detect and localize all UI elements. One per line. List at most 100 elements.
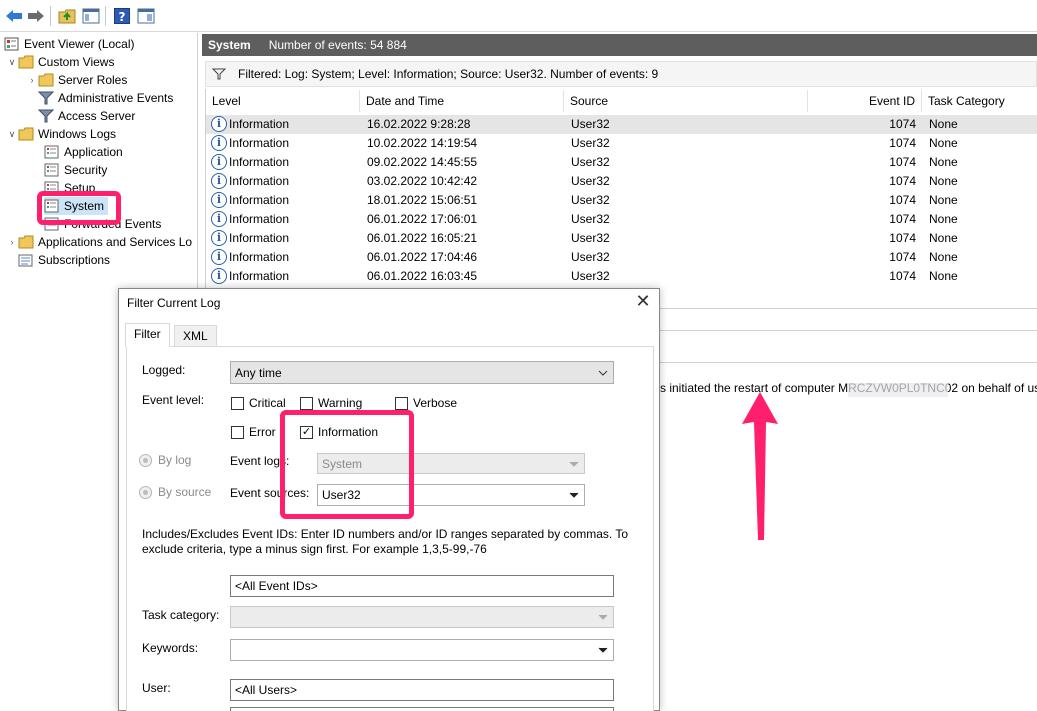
column-header-task-category[interactable]: Task Category xyxy=(922,90,1037,112)
tree-item-access-server[interactable]: Access Server xyxy=(37,107,135,125)
date-cell: 06.01.2022 17:06:01 xyxy=(367,212,478,226)
date-cell: 06.01.2022 17:04:46 xyxy=(367,250,478,264)
source-cell: User32 xyxy=(571,250,610,264)
date-cell: 18.01.2022 15:06:51 xyxy=(367,193,478,207)
date-cell: 06.01.2022 16:03:45 xyxy=(367,269,478,283)
tree-item-administrative-events[interactable]: Administrative Events xyxy=(37,89,173,107)
table-row[interactable]: i Information 06.01.2022 17:06:01 User32 107… xyxy=(206,210,1037,229)
task-category-cell: None xyxy=(929,231,958,245)
show-hide-console-tree-icon[interactable] xyxy=(81,6,101,26)
folder-icon xyxy=(18,55,34,69)
by-log-label: By log xyxy=(158,453,192,467)
tree-label: Event Viewer (Local) xyxy=(24,37,135,51)
verbose-label: Verbose xyxy=(413,396,458,410)
column-header-level[interactable]: Level xyxy=(206,90,360,112)
keywords-dropdown[interactable] xyxy=(230,639,614,661)
close-icon[interactable]: ✕ xyxy=(635,292,651,310)
task-category-label: Task category: xyxy=(142,608,220,622)
folder-icon xyxy=(38,73,54,87)
event-id-cell: 1074 xyxy=(889,250,916,264)
tree-item-application[interactable]: Application xyxy=(44,143,123,161)
information-icon: i xyxy=(211,211,227,227)
source-cell: User32 xyxy=(571,136,610,150)
event-viewer-icon xyxy=(4,37,20,51)
event-level-label: Event level: xyxy=(142,393,205,407)
table-row[interactable]: i Information 18.01.2022 15:06:51 User32 107… xyxy=(206,191,1037,210)
expand-chevron-icon[interactable]: › xyxy=(26,75,38,85)
tree-label: Application xyxy=(64,145,123,159)
task-category-cell: None xyxy=(929,269,958,283)
table-row[interactable]: i Information 03.02.2022 10:42:42 User32 107… xyxy=(206,172,1037,191)
tree-item-apps-services[interactable]: › Applications and Services Lo xyxy=(6,233,193,251)
table-row[interactable]: i Information 10.02.2022 14:19:54 User32 107… xyxy=(206,134,1037,153)
user-label: User: xyxy=(142,681,171,695)
table-row[interactable]: i Information 16.02.2022 9:28:28 User32 1074… xyxy=(206,115,1037,134)
tree-label: Subscriptions xyxy=(38,253,111,267)
table-row[interactable]: i Information 06.01.2022 16:05:21 User32 107… xyxy=(206,229,1037,248)
highlight-box-information-source xyxy=(280,410,414,519)
table-row[interactable]: i Information 06.01.2022 16:03:45 User32 107… xyxy=(206,267,1037,286)
critical-checkbox[interactable] xyxy=(231,397,244,410)
action-pane-icon[interactable] xyxy=(136,6,156,26)
column-header-source[interactable]: Source xyxy=(564,90,808,112)
error-label: Error xyxy=(249,425,276,439)
column-header-event-id[interactable]: Event ID xyxy=(808,90,922,112)
task-category-cell: None xyxy=(929,117,958,131)
tree-label: Server Roles xyxy=(58,73,128,87)
task-category-cell: None xyxy=(929,212,958,226)
tree-label: Applications and Services Lo xyxy=(38,235,193,249)
event-id-cell: 1074 xyxy=(889,231,916,245)
filter-description: Filtered: Log: System; Level: Informatio… xyxy=(238,67,659,81)
information-icon: i xyxy=(211,230,227,246)
computer-input[interactable] xyxy=(230,707,614,711)
task-category-cell: None xyxy=(929,136,958,150)
task-category-cell: None xyxy=(929,155,958,169)
filter-icon xyxy=(37,91,55,105)
source-cell: User32 xyxy=(571,231,610,245)
chevron-down-icon xyxy=(594,642,611,658)
date-cell: 16.02.2022 9:28:28 xyxy=(367,117,471,131)
level-cell: Information xyxy=(229,155,290,169)
by-source-radio[interactable] xyxy=(139,486,152,499)
warning-checkbox[interactable] xyxy=(300,397,313,410)
subscriptions-icon xyxy=(18,253,34,267)
divider xyxy=(659,362,1037,363)
column-header-date[interactable]: Date and Time xyxy=(360,90,564,112)
error-checkbox[interactable] xyxy=(231,426,244,439)
back-arrow-icon[interactable] xyxy=(4,6,24,26)
tree-item-custom-views[interactable]: ∨ Custom Views xyxy=(6,53,115,71)
event-ids-input[interactable]: <All Event IDs> xyxy=(230,575,614,597)
collapse-chevron-icon[interactable]: ∨ xyxy=(6,57,18,68)
expand-chevron-icon[interactable]: › xyxy=(6,237,18,247)
verbose-checkbox[interactable] xyxy=(395,397,408,410)
tree-item-subscriptions[interactable]: Subscriptions xyxy=(18,251,110,269)
tab-filter[interactable]: Filter xyxy=(125,323,170,347)
source-cell: User32 xyxy=(571,155,610,169)
toolbar-separator xyxy=(50,6,51,26)
collapse-chevron-icon[interactable]: ∨ xyxy=(6,129,18,140)
by-log-radio[interactable] xyxy=(139,454,152,467)
tab-xml[interactable]: XML xyxy=(174,325,217,347)
logged-dropdown[interactable]: Any time xyxy=(230,361,614,384)
level-cell: Information xyxy=(229,193,290,207)
help-icon[interactable]: ? xyxy=(112,6,132,26)
forward-arrow-icon[interactable] xyxy=(26,6,46,26)
information-icon: i xyxy=(211,268,227,284)
event-id-cell: 1074 xyxy=(889,212,916,226)
event-id-cell: 1074 xyxy=(889,117,916,131)
folder-up-icon[interactable] xyxy=(57,6,77,26)
tree-item-server-roles[interactable]: › Server Roles xyxy=(26,71,128,89)
tree-item-event-viewer[interactable]: Event Viewer (Local) xyxy=(4,35,135,53)
information-icon: i xyxy=(211,249,227,265)
log-header: System Number of events: 54 884 xyxy=(202,34,1037,56)
tree-item-security[interactable]: Security xyxy=(44,161,107,179)
tree-item-windows-logs[interactable]: ∨ Windows Logs xyxy=(6,125,116,143)
table-row[interactable]: i Information 09.02.2022 14:45:55 User32 107… xyxy=(206,153,1037,172)
source-cell: User32 xyxy=(571,212,610,226)
level-cell: Information xyxy=(229,269,290,283)
dialog-title: Filter Current Log xyxy=(127,296,221,310)
event-id-cell: 1074 xyxy=(889,269,916,283)
task-category-dropdown[interactable] xyxy=(230,606,614,628)
table-row[interactable]: i Information 06.01.2022 17:04:46 User32 107… xyxy=(206,248,1037,267)
user-input[interactable]: <All Users> xyxy=(230,679,614,701)
